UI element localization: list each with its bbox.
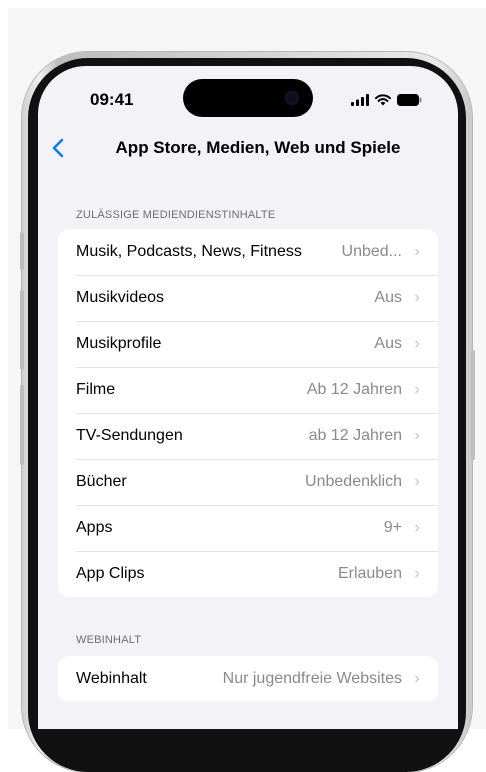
row-musik-podcasts[interactable]: Musik, Podcasts, News, Fitness Unbed... … (58, 229, 438, 275)
row-value: Aus (374, 289, 402, 306)
chevron-right-icon: › (414, 473, 420, 490)
row-label: Musik, Podcasts, News, Fitness (76, 243, 302, 260)
chevron-right-icon: › (414, 289, 420, 306)
wifi-icon (375, 94, 391, 106)
row-value: ab 12 Jahren (308, 427, 402, 444)
page-title: App Store, Medien, Web und Spiele (115, 138, 401, 157)
chevron-right-icon: › (414, 427, 420, 444)
row-value: Unbedenklich (305, 473, 402, 490)
chevron-right-icon: › (414, 243, 420, 260)
battery-icon (397, 94, 422, 106)
row-value: Erlauben (337, 565, 402, 582)
section-header-web: WEBINHALT (76, 634, 142, 646)
row-label: Webinhalt (76, 670, 147, 687)
row-filme[interactable]: Filme Ab 12 Jahren › (58, 367, 438, 413)
web-settings-group: Webinhalt Nur jugendfreie Websites › (58, 656, 438, 702)
row-apps[interactable]: Apps 9+ › (58, 505, 438, 551)
row-musikprofile[interactable]: Musikprofile Aus › (58, 321, 438, 367)
row-label: TV-Sendungen (76, 427, 183, 444)
row-musikvideos[interactable]: Musikvideos Aus › (58, 275, 438, 321)
chevron-right-icon: › (414, 335, 420, 352)
row-buecher[interactable]: Bücher Unbedenklich › (58, 459, 438, 505)
row-app-clips[interactable]: App Clips Erlauben › (58, 551, 438, 597)
front-camera-icon (285, 91, 299, 105)
row-label: Musikprofile (76, 335, 162, 352)
row-label: Apps (76, 519, 113, 536)
row-value: 9+ (383, 519, 402, 536)
row-label: Bücher (76, 473, 127, 490)
chevron-right-icon: › (414, 519, 420, 536)
row-value: Aus (374, 335, 402, 352)
media-settings-group: Musik, Podcasts, News, Fitness Unbed... … (58, 229, 438, 597)
status-time: 09:41 (90, 90, 134, 109)
row-label: App Clips (76, 565, 145, 582)
row-value: Ab 12 Jahren (306, 381, 402, 398)
cellular-signal-icon (351, 94, 369, 106)
dynamic-island (183, 79, 313, 117)
chevron-right-icon: › (414, 381, 420, 398)
chevron-right-icon: › (414, 670, 420, 687)
side-power-button (471, 350, 475, 460)
row-webinhalt[interactable]: Webinhalt Nur jugendfreie Websites › (58, 656, 438, 702)
chevron-right-icon: › (414, 565, 420, 582)
volume-down-button (20, 385, 24, 465)
row-label: Musikvideos (76, 289, 165, 306)
action-button (20, 232, 24, 270)
section-header-media: ZULÄSSIGE MEDIENDIENSTINHALTE (76, 209, 276, 221)
row-tv-sendungen[interactable]: TV-Sendungen ab 12 Jahren › (58, 413, 438, 459)
volume-up-button (20, 290, 24, 370)
row-label: Filme (76, 381, 116, 398)
phone-screen: 09:41 App Store, Medien, Web und Spiele … (38, 66, 458, 729)
status-icons (351, 92, 422, 106)
row-value: Unbed... (341, 243, 402, 260)
row-value: Nur jugendfreie Websites (222, 670, 402, 687)
